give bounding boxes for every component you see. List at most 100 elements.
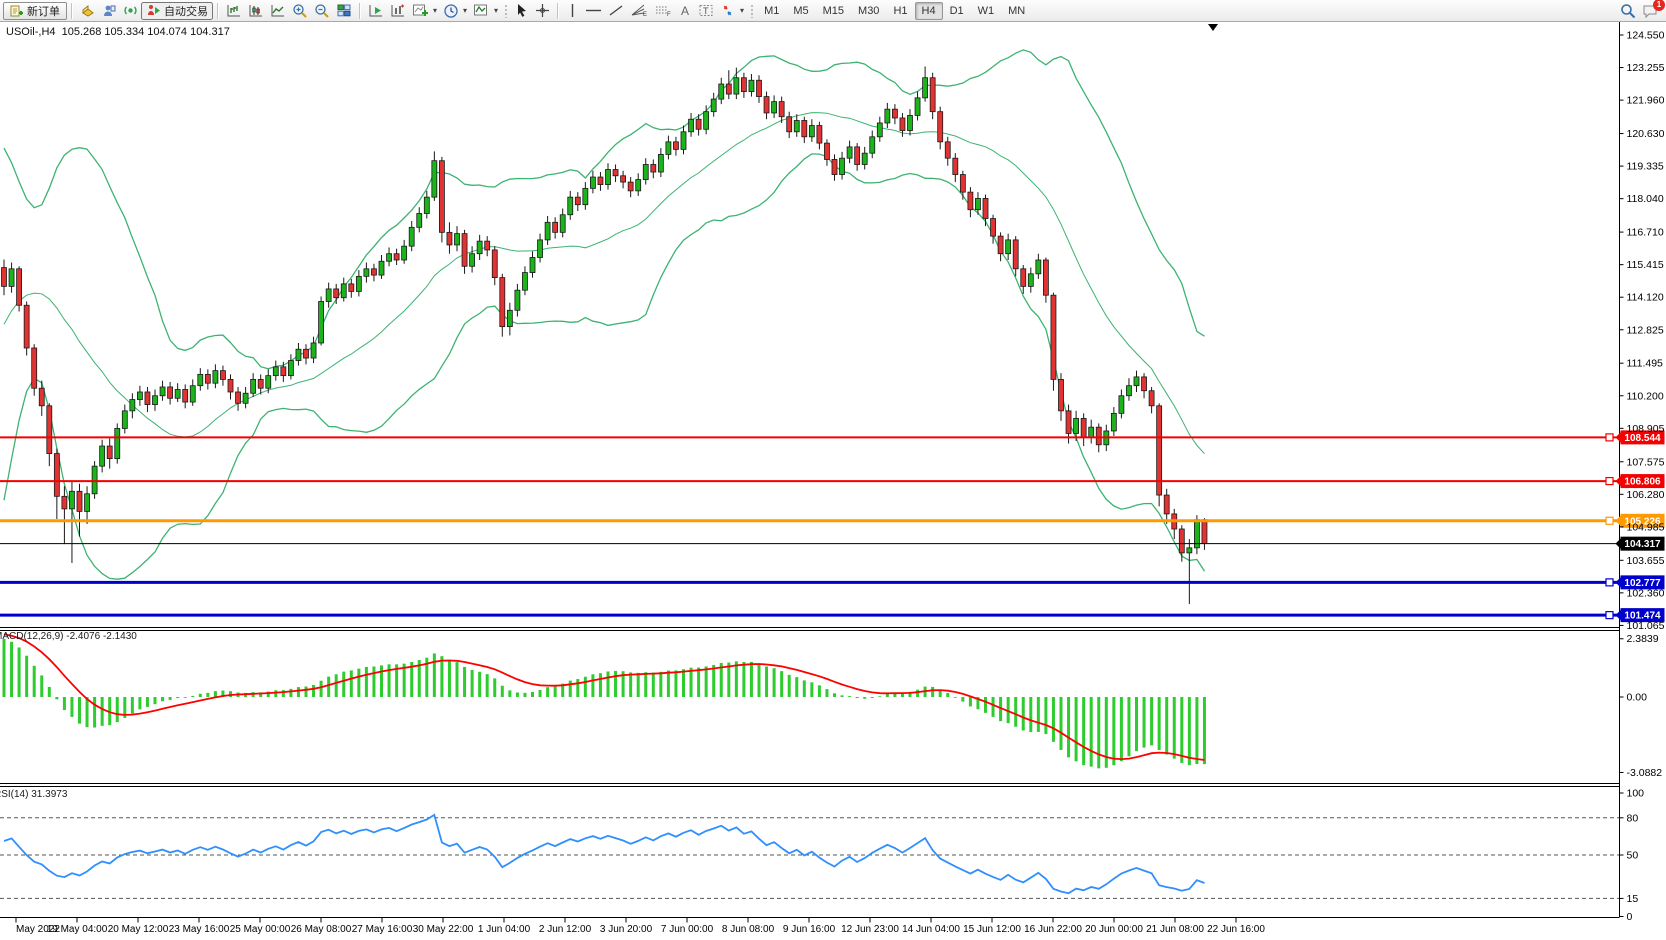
strategy-test-button[interactable] [365, 2, 387, 20]
cursor-icon [514, 3, 529, 18]
shapes-tool-button[interactable]: ▾ [717, 2, 747, 20]
svg-text:111.495: 111.495 [1627, 358, 1664, 370]
svg-text:114.120: 114.120 [1627, 292, 1664, 304]
chart-shift-icon [390, 3, 406, 18]
horizontal-lines[interactable]: 108.544106.806105.226104.317102.777101.4… [0, 430, 1665, 622]
bar-chart-mode-button[interactable] [223, 2, 245, 20]
svg-text:14 Jun 04:00: 14 Jun 04:00 [902, 924, 960, 935]
text-label-icon: T [698, 3, 714, 18]
market-watch-button[interactable] [77, 2, 99, 20]
rsi-panel: 1008050150 [0, 788, 1644, 924]
timeframe-button-mn[interactable]: MN [1001, 2, 1032, 20]
candlestick-mode-button[interactable] [245, 2, 267, 20]
templates-button[interactable]: ▾ [470, 2, 501, 20]
svg-text:12 Jun 23:00: 12 Jun 23:00 [841, 924, 899, 935]
svg-text:-3.0882: -3.0882 [1627, 767, 1663, 779]
svg-text:120.630: 120.630 [1627, 128, 1665, 140]
channel-tool-button[interactable]: F [651, 2, 675, 20]
horizontal-line-icon [585, 3, 602, 18]
svg-text:26 May 08:00: 26 May 08:00 [291, 924, 352, 935]
svg-text:110.200: 110.200 [1627, 390, 1664, 402]
svg-text:16 Jun 22:00: 16 Jun 22:00 [1024, 924, 1082, 935]
add-indicator-icon [412, 3, 429, 18]
toolbar-grip [750, 4, 754, 18]
crosshair-icon [535, 3, 550, 18]
symbol-ohlc-label: USOil-,H4 105.268 105.334 104.074 104.31… [6, 26, 230, 38]
timeframe-button-h1[interactable]: H1 [886, 2, 914, 20]
template-icon [473, 3, 490, 18]
svg-text:107.575: 107.575 [1627, 456, 1665, 468]
tile-windows-icon [336, 3, 352, 18]
svg-text:22 Jun 16:00: 22 Jun 16:00 [1207, 924, 1265, 935]
macd-indicator-label: MACD(12,26,9) -2.4076 -2.1430 [0, 631, 137, 642]
label-tool-button[interactable]: T [695, 2, 717, 20]
svg-text:19 May 04:00: 19 May 04:00 [47, 924, 108, 935]
svg-text:3 Jun 20:00: 3 Jun 20:00 [600, 924, 653, 935]
channel-grid-icon: F [654, 3, 672, 18]
text-tool-button[interactable]: A [675, 2, 695, 20]
toolbar-separator [217, 3, 219, 19]
auto-trading-label: 自动交易 [164, 3, 208, 19]
period-selector-button[interactable]: ▾ [440, 2, 470, 20]
chevron-down-icon: ▾ [463, 6, 467, 15]
timeframe-button-d1[interactable]: D1 [943, 2, 971, 20]
publish-button[interactable] [99, 2, 120, 20]
trendline-tool-button[interactable] [605, 2, 627, 20]
signals-button[interactable] [120, 2, 141, 20]
signal-icon [123, 3, 138, 18]
tile-windows-button[interactable] [333, 2, 355, 20]
timeframe-button-m1[interactable]: M1 [757, 2, 786, 20]
timeframe-button-m30[interactable]: M30 [851, 2, 886, 20]
text-icon: A [678, 3, 692, 18]
svg-text:9 Jun 16:00: 9 Jun 16:00 [783, 924, 836, 935]
svg-text:8 Jun 08:00: 8 Jun 08:00 [722, 924, 775, 935]
main-toolbar: 新订单 [0, 0, 1666, 22]
svg-text:15: 15 [1627, 893, 1639, 905]
chart-shift-button[interactable] [387, 2, 409, 20]
svg-text:103.655: 103.655 [1627, 555, 1665, 567]
crosshair-tool-button[interactable] [532, 2, 553, 20]
timeframe-button-m15[interactable]: M15 [816, 2, 851, 20]
cursor-tool-button[interactable] [511, 2, 532, 20]
new-order-button[interactable]: 新订单 [3, 2, 67, 20]
new-order-icon [10, 4, 24, 18]
svg-text:104.317: 104.317 [1624, 539, 1661, 550]
fibonacci-icon: E [630, 3, 648, 18]
svg-text:30 May 22:00: 30 May 22:00 [413, 924, 474, 935]
arrows-shapes-icon [720, 3, 736, 18]
auto-trading-button[interactable]: 自动交易 [141, 2, 213, 20]
svg-text:23 May 16:00: 23 May 16:00 [169, 924, 230, 935]
add-indicator-button[interactable]: ▾ [409, 2, 440, 20]
svg-text:123.255: 123.255 [1627, 62, 1665, 74]
new-order-label: 新订单 [27, 3, 60, 19]
zoom-out-icon [314, 3, 330, 19]
svg-text:50: 50 [1627, 850, 1639, 862]
horizontal-line-tool-button[interactable] [582, 2, 605, 20]
timeframe-button-w1[interactable]: W1 [971, 2, 1002, 20]
fibonacci-tool-button[interactable]: E [627, 2, 651, 20]
notifications-button[interactable]: 1 [1642, 3, 1659, 19]
terminal-window: 新订单 [0, 0, 1666, 940]
time-axis: May 202219 May 04:0020 May 12:0023 May 1… [16, 918, 1265, 936]
svg-text:116.710: 116.710 [1627, 227, 1664, 239]
zoom-out-button[interactable] [311, 2, 333, 20]
chart-shift-marker-icon[interactable] [1208, 24, 1218, 31]
chart-canvas[interactable]: 108.544106.806105.226104.317102.777101.4… [0, 0, 1666, 940]
svg-text:80: 80 [1627, 812, 1639, 824]
candlestick-icon [248, 3, 264, 18]
svg-text:121.960: 121.960 [1627, 95, 1665, 107]
macd-axis: 2.3839 0.00 -3.0882 [1620, 633, 1663, 779]
rsi-line [4, 815, 1205, 893]
svg-text:2.3839: 2.3839 [1627, 633, 1659, 645]
timeframe-button-m5[interactable]: M5 [786, 2, 815, 20]
svg-text:E: E [643, 12, 647, 18]
search-icon[interactable] [1620, 3, 1636, 19]
svg-text:100: 100 [1627, 788, 1645, 800]
zoom-in-button[interactable] [289, 2, 311, 20]
bar-chart-icon [226, 3, 242, 18]
line-chart-mode-button[interactable] [267, 2, 289, 20]
timeframe-button-h4[interactable]: H4 [915, 2, 943, 20]
svg-text:102.360: 102.360 [1627, 587, 1665, 599]
svg-text:0.00: 0.00 [1627, 692, 1648, 704]
vertical-line-tool-button[interactable] [563, 2, 582, 20]
